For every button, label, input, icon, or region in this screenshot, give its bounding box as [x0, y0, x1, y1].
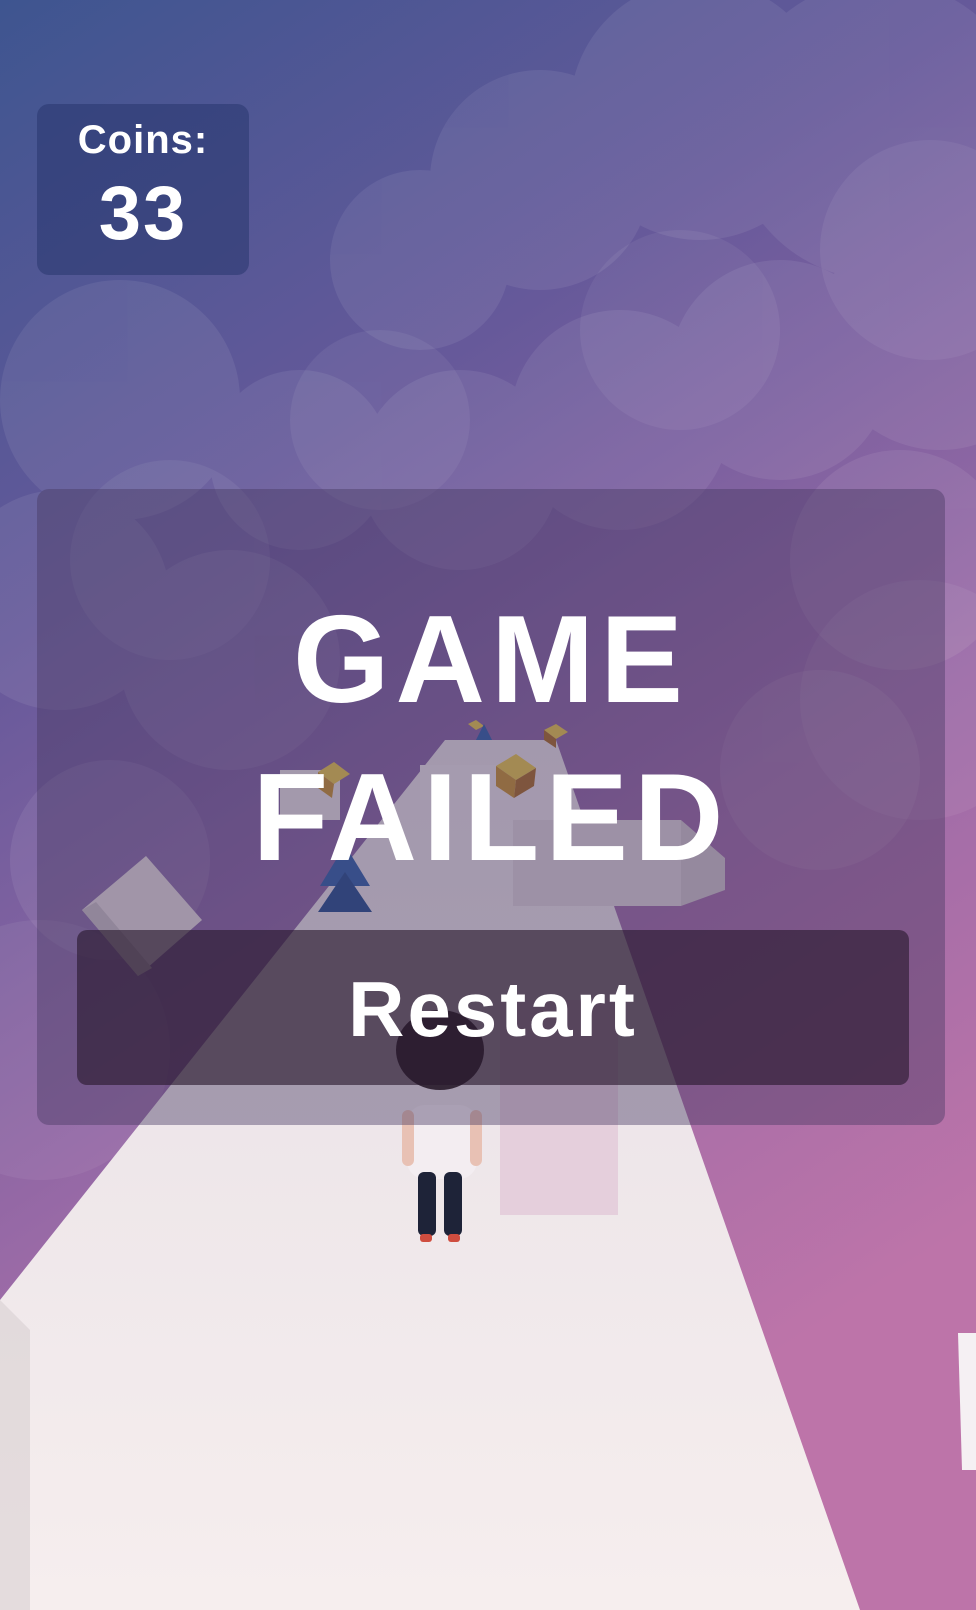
coins-value: 33: [98, 171, 188, 256]
coins-label: Coins:: [77, 118, 209, 162]
coins-counter: Coins: 33: [37, 104, 249, 275]
game-failed-title: GAME FAILED: [37, 581, 945, 897]
restart-button[interactable]: Restart: [77, 930, 909, 1085]
title-line-1: GAME: [293, 591, 689, 729]
game-failed-panel: GAME FAILED Restart: [37, 489, 945, 1125]
restart-label: Restart: [348, 965, 638, 1053]
title-line-2: FAILED: [252, 749, 730, 887]
